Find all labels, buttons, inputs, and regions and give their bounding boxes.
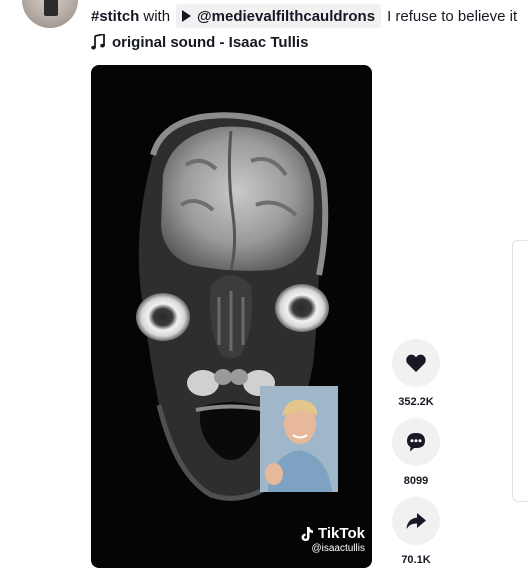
hashtag-link[interactable]: #stitch: [91, 8, 139, 25]
caption-with-text: with: [143, 7, 171, 25]
stitch-creator-video: [260, 386, 338, 492]
sound-label: original sound - Isaac Tullis: [112, 33, 309, 51]
video-caption: #stitch with @medievalfilthcauldrons I r…: [91, 4, 517, 28]
video-player[interactable]: [91, 65, 372, 568]
heart-icon: [406, 354, 426, 373]
author-avatar[interactable]: [22, 0, 78, 28]
like-button[interactable]: [392, 339, 440, 387]
like-count: 352.2K: [398, 396, 434, 408]
caption-text: I refuse to believe it: [387, 7, 518, 25]
comment-button[interactable]: [392, 418, 440, 466]
share-action: 70.1K: [391, 497, 441, 566]
like-action: 352.2K: [391, 339, 441, 408]
mention-link[interactable]: @medievalfilthcauldrons: [176, 4, 382, 28]
share-icon: [406, 513, 426, 529]
comment-count: 8099: [403, 475, 429, 487]
watermark-brand: TikTok: [318, 525, 365, 542]
comment-icon: [407, 433, 425, 452]
creator-photo: [260, 386, 338, 492]
share-button[interactable]: [392, 497, 440, 545]
play-icon: [182, 10, 192, 22]
music-note-icon: [91, 34, 105, 50]
watermark-handle: @isaactullis: [311, 543, 365, 554]
avatar-figure: [44, 0, 58, 16]
tiktok-logo-icon: [301, 526, 313, 541]
share-count: 70.1K: [401, 554, 431, 566]
mri-skull-image: [136, 112, 329, 501]
side-panel-edge: [512, 240, 528, 502]
sound-link[interactable]: original sound - Isaac Tullis: [91, 32, 308, 52]
mention-label: @medievalfilthcauldrons: [197, 7, 376, 25]
tiktok-watermark: TikTok @isaactullis: [300, 525, 365, 554]
comment-action: 8099: [391, 418, 441, 487]
